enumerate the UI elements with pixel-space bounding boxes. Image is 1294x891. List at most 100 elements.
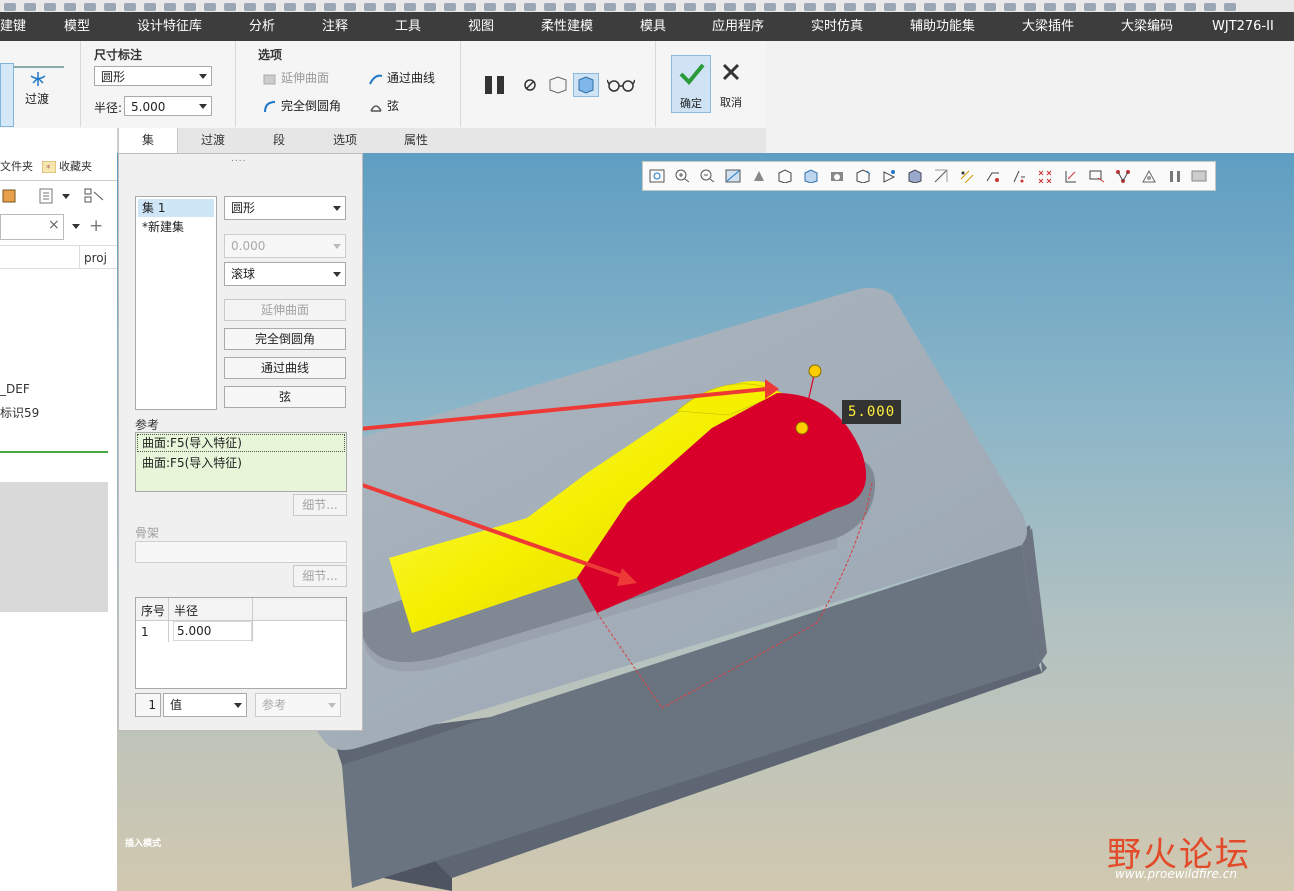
- chevron-down-icon[interactable]: [62, 194, 70, 199]
- transition-icon[interactable]: [28, 71, 48, 87]
- insert-indicator[interactable]: [0, 451, 108, 453]
- reference-item[interactable]: 曲面:F5(导入特征): [137, 434, 345, 452]
- qa-icon[interactable]: [284, 3, 296, 11]
- pause-icon[interactable]: [1167, 169, 1183, 183]
- qa-icon[interactable]: [1024, 3, 1036, 11]
- axis-display-icon[interactable]: [985, 169, 1001, 183]
- qa-icon[interactable]: [24, 3, 36, 11]
- qa-icon[interactable]: [84, 3, 96, 11]
- drag-handle[interactable]: [808, 364, 822, 378]
- qa-icon[interactable]: [364, 3, 376, 11]
- verify-glasses-icon[interactable]: [606, 78, 636, 92]
- qa-icon[interactable]: [1144, 3, 1156, 11]
- skeleton-collector[interactable]: [135, 541, 347, 563]
- reference-type-select[interactable]: 参考: [255, 693, 341, 717]
- menu-flexible-modeling[interactable]: 柔性建模: [541, 12, 593, 41]
- menu-mold[interactable]: 模具: [640, 12, 666, 41]
- cross-section-select[interactable]: 圆形: [224, 196, 346, 220]
- menu-model[interactable]: 模型: [64, 12, 90, 41]
- qa-icon[interactable]: [564, 3, 576, 11]
- set-list-item[interactable]: 集 1: [138, 199, 214, 217]
- view-manager-icon[interactable]: [803, 169, 819, 183]
- qa-icon[interactable]: [1184, 3, 1196, 11]
- qa-icon[interactable]: [1104, 3, 1116, 11]
- menu-auxiliary[interactable]: 辅助功能集: [910, 12, 975, 41]
- chord-option[interactable]: 弦: [369, 97, 399, 114]
- qa-icon[interactable]: [444, 3, 456, 11]
- creation-method-select[interactable]: 滚球: [224, 262, 346, 286]
- saved-orientations-icon[interactable]: [777, 169, 793, 183]
- appearance-icon[interactable]: [907, 169, 923, 183]
- attached-preview-icon[interactable]: [573, 73, 599, 97]
- csys-display-icon[interactable]: [1037, 169, 1053, 183]
- menu-view[interactable]: 视图: [468, 12, 494, 41]
- qa-icon[interactable]: [984, 3, 996, 11]
- qa-icon[interactable]: [944, 3, 956, 11]
- qa-icon[interactable]: [304, 3, 316, 11]
- qa-icon[interactable]: [464, 3, 476, 11]
- through-curve-button[interactable]: 通过曲线: [224, 357, 346, 379]
- annotation-display-icon[interactable]: [1063, 169, 1079, 183]
- qa-icon[interactable]: [604, 3, 616, 11]
- qa-icon[interactable]: [404, 3, 416, 11]
- qa-icon[interactable]: [44, 3, 56, 11]
- columns-icon[interactable]: [84, 188, 104, 204]
- qa-icon[interactable]: [824, 3, 836, 11]
- qa-icon[interactable]: [1064, 3, 1076, 11]
- qa-icon[interactable]: [784, 3, 796, 11]
- qa-icon[interactable]: [224, 3, 236, 11]
- tree-item-id[interactable]: 标识59: [0, 404, 39, 421]
- menu-beam-plugin[interactable]: 大梁插件: [1022, 12, 1074, 41]
- qa-icon[interactable]: [924, 3, 936, 11]
- location-index[interactable]: 1: [135, 693, 161, 717]
- qa-icon[interactable]: [864, 3, 876, 11]
- tab-transitions[interactable]: 过渡: [178, 128, 248, 153]
- qa-icon[interactable]: [424, 3, 436, 11]
- qa-icon[interactable]: [264, 3, 276, 11]
- qa-icon[interactable]: [244, 3, 256, 11]
- tab-options[interactable]: 选项: [310, 128, 380, 153]
- qa-icon[interactable]: [344, 3, 356, 11]
- radius-dimension-tag[interactable]: 5.000: [842, 400, 902, 424]
- repaint-icon[interactable]: [725, 169, 741, 183]
- tab-pieces[interactable]: 段: [248, 128, 310, 153]
- through-curve-option[interactable]: 通过曲线: [369, 69, 435, 86]
- row-index[interactable]: 1: [141, 625, 149, 639]
- collapse-icon[interactable]: [1191, 169, 1207, 183]
- no-preview-icon[interactable]: [523, 78, 537, 92]
- tab-sets[interactable]: 集: [118, 128, 178, 154]
- conic-value-field[interactable]: 0.000: [224, 234, 346, 258]
- qa-icon[interactable]: [684, 3, 696, 11]
- tree-settings-icon[interactable]: [2, 188, 16, 204]
- qa-icon[interactable]: [324, 3, 336, 11]
- qa-icon[interactable]: [804, 3, 816, 11]
- extend-surfaces-button[interactable]: 延伸曲面: [224, 299, 346, 321]
- display-style-icon[interactable]: [751, 169, 767, 183]
- value-type-select[interactable]: 值: [163, 693, 247, 717]
- tab-properties[interactable]: 属性: [380, 128, 452, 153]
- qa-icon[interactable]: [584, 3, 596, 11]
- menu-annotate[interactable]: 注释: [322, 12, 348, 41]
- spin-center-icon[interactable]: [881, 169, 897, 183]
- transition-label[interactable]: 过渡: [25, 90, 49, 107]
- shape-select[interactable]: 圆形: [94, 66, 212, 86]
- row-radius-value[interactable]: 5.000: [173, 621, 252, 641]
- qa-icon[interactable]: [964, 3, 976, 11]
- qa-icon[interactable]: [1084, 3, 1096, 11]
- menu-wjt276[interactable]: WJT276-II: [1212, 12, 1274, 41]
- references-collector[interactable]: 曲面:F5(导入特征) 曲面:F5(导入特征): [135, 432, 347, 492]
- ok-button[interactable]: 确定: [671, 55, 711, 113]
- tree-item-def[interactable]: _DEF: [0, 382, 30, 396]
- qa-icon[interactable]: [724, 3, 736, 11]
- section-icon[interactable]: [933, 169, 949, 183]
- qa-icon[interactable]: [1164, 3, 1176, 11]
- menu-tools[interactable]: 工具: [395, 12, 421, 41]
- clear-icon[interactable]: ×: [48, 217, 60, 233]
- qa-icon[interactable]: [204, 3, 216, 11]
- qa-icon[interactable]: [1224, 3, 1236, 11]
- column-header-proj[interactable]: proj: [84, 251, 107, 265]
- qa-icon[interactable]: [544, 3, 556, 11]
- pause-icon[interactable]: [484, 74, 506, 96]
- sketch-display-icon[interactable]: [1141, 169, 1157, 183]
- menu-analysis[interactable]: 分析: [249, 12, 275, 41]
